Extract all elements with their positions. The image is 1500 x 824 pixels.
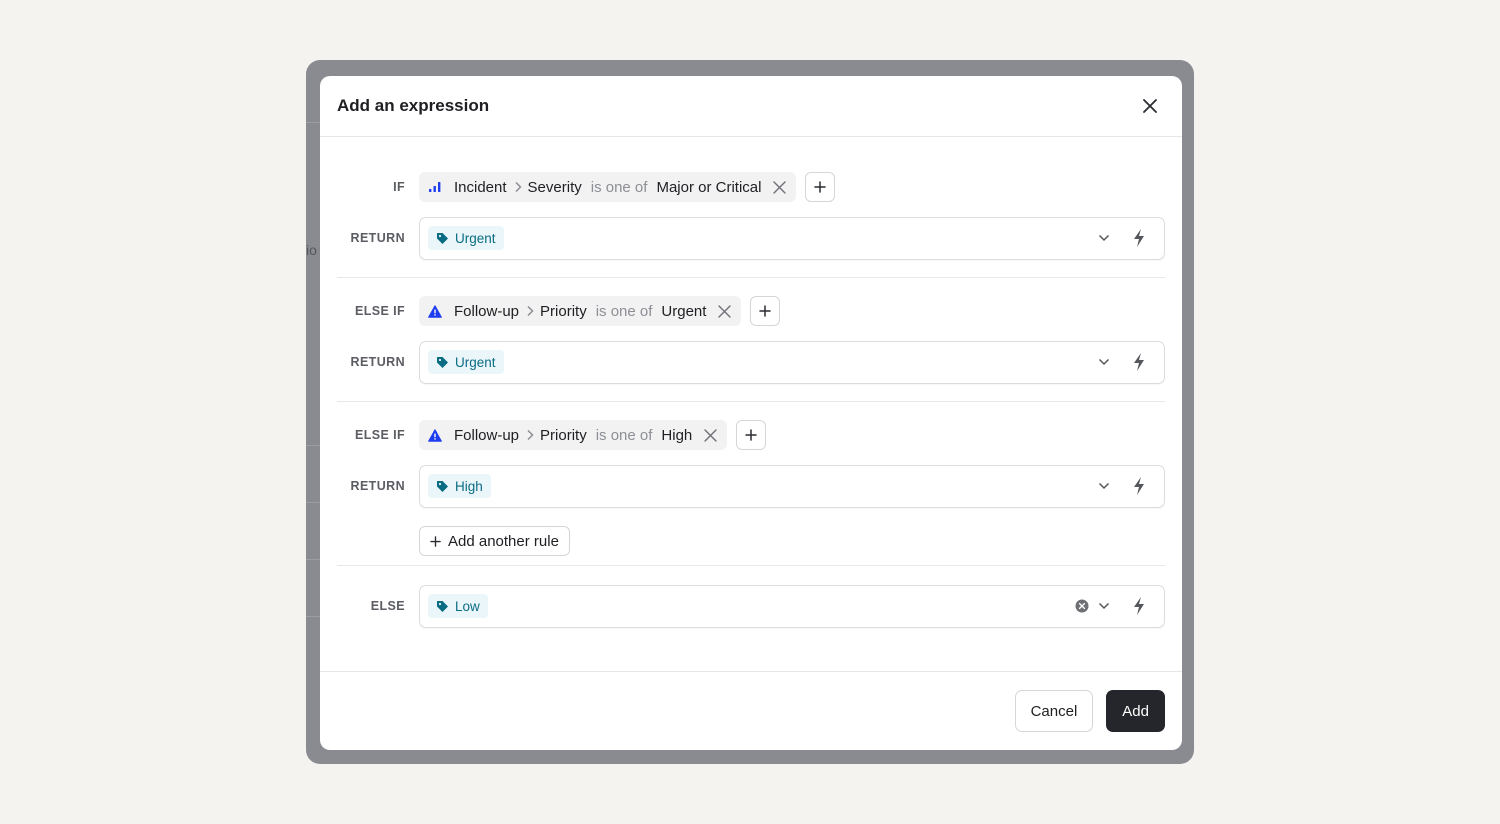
add-condition-button[interactable]	[805, 172, 836, 202]
condition-operator: is one of	[595, 426, 653, 444]
return-label: RETURN	[350, 355, 405, 369]
rule-condition-row: ELSE IF Follow-up Priority is one of Urg…	[337, 295, 1165, 327]
lightning-bolt-icon[interactable]	[1128, 227, 1150, 249]
return-value-text: Urgent	[455, 354, 496, 370]
return-value-text: High	[455, 478, 483, 494]
condition-value: High	[661, 426, 693, 444]
else-row: ELSE Low	[337, 584, 1165, 628]
condition-field: Severity	[527, 178, 582, 196]
tag-icon	[436, 600, 449, 613]
cancel-button[interactable]: Cancel	[1014, 690, 1094, 732]
add-another-rule-label: Add another rule	[448, 532, 559, 550]
rule-condition-row: ELSE IF Follow-up Priority is one of Hig…	[337, 419, 1165, 451]
else-keyword: ELSE	[370, 599, 405, 613]
add-another-rule-button[interactable]: Add another rule	[419, 526, 570, 556]
lightning-bolt-icon[interactable]	[1128, 595, 1150, 617]
severity-bars-icon	[428, 179, 446, 195]
rule-condition-row: IF Incident Severity is one of Major or …	[337, 171, 1165, 203]
condition-subject: Incident	[454, 178, 507, 196]
else-value-text: Low	[455, 598, 480, 614]
return-value-select[interactable]: Urgent	[419, 340, 1165, 384]
tag-icon	[436, 232, 449, 245]
plus-icon	[814, 181, 827, 193]
rule-keyword: ELSE IF	[354, 428, 405, 442]
modal-title: Add an expression	[337, 96, 490, 115]
plus-icon	[759, 305, 772, 317]
rule-return-row: RETURN Urgent	[337, 216, 1165, 260]
remove-condition-icon[interactable]	[704, 428, 717, 442]
background-text-fragment: io	[306, 242, 317, 258]
chevron-right-icon	[526, 305, 534, 317]
modal-body: IF Incident Severity is one of Major or …	[320, 137, 1182, 628]
add-condition-button[interactable]	[750, 296, 781, 326]
rule-keyword: IF	[393, 180, 405, 194]
tag-icon	[436, 480, 449, 493]
else-value-select[interactable]: Low	[419, 584, 1165, 628]
tag-icon	[436, 356, 449, 369]
chevron-right-icon	[514, 181, 522, 193]
chevron-right-icon	[526, 429, 534, 441]
plus-icon	[430, 535, 441, 547]
condition-subject: Follow-up	[454, 426, 520, 444]
chevron-down-icon[interactable]	[1093, 227, 1115, 249]
rule-divider	[337, 401, 1165, 402]
warning-triangle-icon	[428, 427, 446, 443]
condition-operator: is one of	[595, 302, 653, 320]
lightning-bolt-icon[interactable]	[1128, 351, 1150, 373]
close-button[interactable]	[1136, 92, 1164, 120]
rule-return-row: RETURN Urgent	[337, 340, 1165, 384]
condition-pill[interactable]: Follow-up Priority is one of Urgent	[419, 296, 742, 326]
chevron-down-icon[interactable]	[1093, 475, 1115, 497]
condition-value: Major or Critical	[656, 178, 762, 196]
return-value-tag: Urgent	[428, 350, 504, 374]
remove-condition-icon[interactable]	[718, 304, 732, 318]
condition-pill[interactable]: Follow-up Priority is one of High	[419, 420, 728, 450]
return-value-select[interactable]: Urgent	[419, 216, 1165, 260]
lightning-bolt-icon[interactable]	[1128, 475, 1150, 497]
modal-header: Add an expression	[320, 76, 1182, 137]
plus-icon	[745, 429, 758, 441]
return-value-tag: High	[428, 474, 491, 498]
condition-field: Priority	[540, 426, 587, 444]
remove-condition-icon[interactable]	[773, 180, 787, 194]
condition-subject: Follow-up	[454, 302, 520, 320]
modal-footer: Cancel Add	[320, 671, 1182, 750]
condition-pill[interactable]: Incident Severity is one of Major or Cri…	[419, 172, 797, 202]
return-value-tag: Urgent	[428, 226, 504, 250]
chevron-down-icon[interactable]	[1093, 351, 1115, 373]
return-value-text: Urgent	[455, 230, 496, 246]
return-label: RETURN	[350, 479, 405, 493]
chevron-down-icon[interactable]	[1093, 595, 1115, 617]
add-expression-modal: Add an expression IF Incident Severity i…	[320, 76, 1182, 750]
rule-divider	[337, 277, 1165, 278]
else-value-tag: Low	[428, 594, 488, 618]
condition-field: Priority	[540, 302, 587, 320]
return-value-select[interactable]: High	[419, 464, 1165, 508]
clear-value-icon[interactable]	[1071, 595, 1093, 617]
add-rule-row: Add another rule	[337, 526, 1165, 556]
warning-triangle-icon	[428, 303, 446, 319]
condition-value: Urgent	[661, 302, 707, 320]
add-button[interactable]: Add	[1106, 690, 1165, 732]
rule-divider	[337, 565, 1165, 566]
rule-return-row: RETURN High	[337, 464, 1165, 508]
close-icon	[1143, 99, 1157, 113]
add-condition-button[interactable]	[736, 420, 767, 450]
condition-operator: is one of	[590, 178, 648, 196]
rule-keyword: ELSE IF	[354, 304, 405, 318]
return-label: RETURN	[350, 231, 405, 245]
